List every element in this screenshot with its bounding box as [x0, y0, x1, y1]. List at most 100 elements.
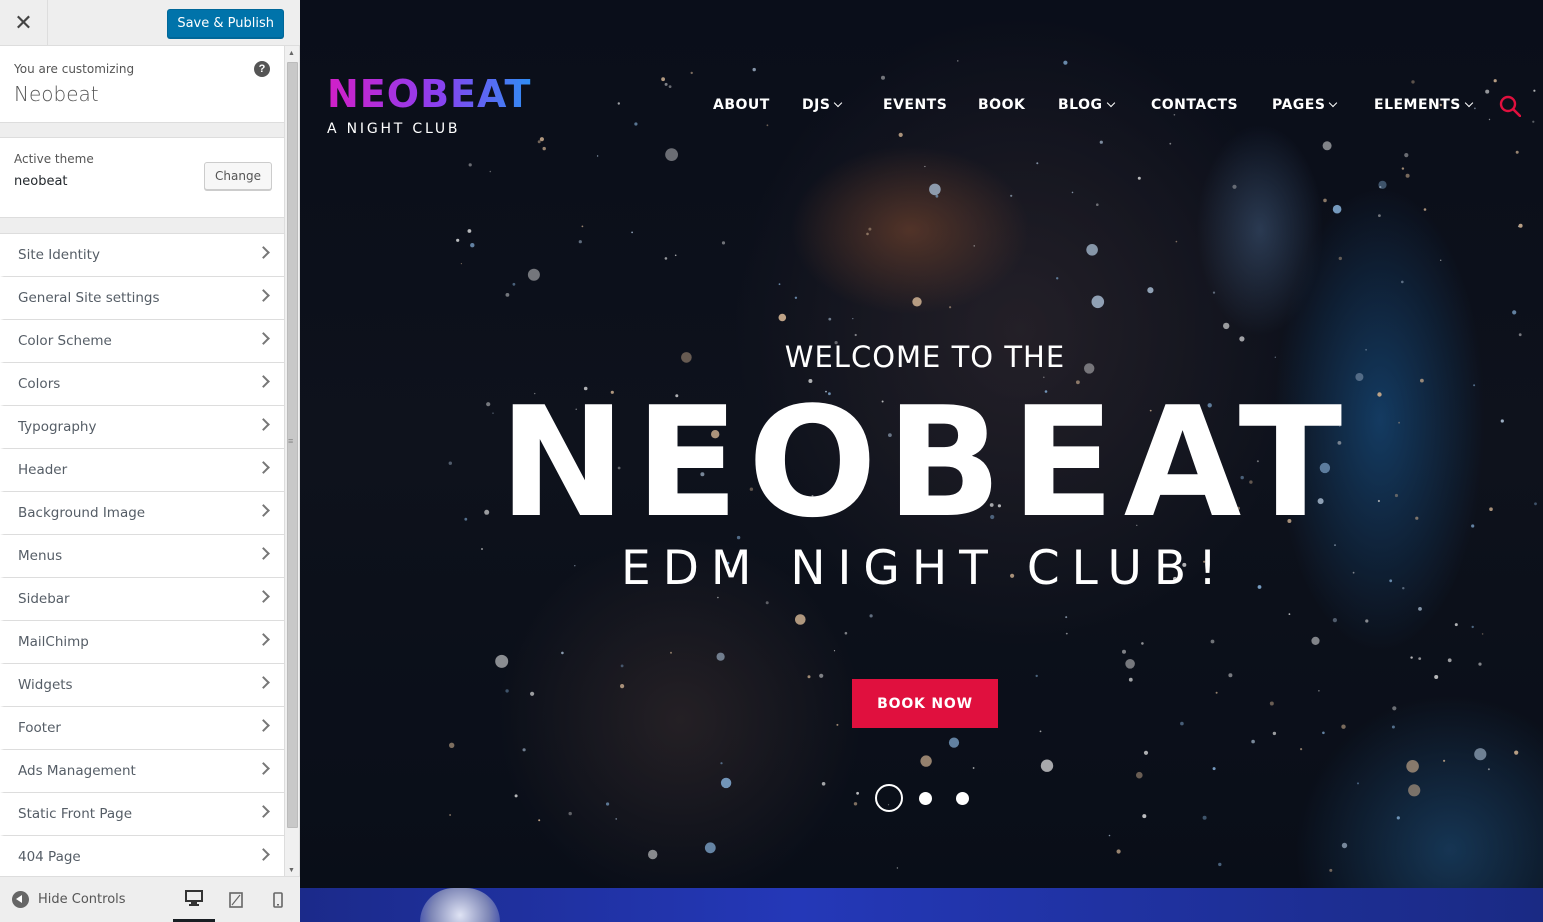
section-widgets[interactable]: Widgets [0, 664, 284, 707]
scroll-up-arrow-icon[interactable]: ▲ [288, 50, 295, 57]
section-colors[interactable]: Colors [0, 363, 284, 406]
section-label: Header [18, 462, 68, 478]
customizer-footer: Hide Controls [0, 876, 300, 922]
nav-item-events[interactable]: EVENTS [883, 97, 947, 113]
headphones-image [420, 888, 500, 922]
search-icon[interactable] [1499, 95, 1521, 117]
section-footer[interactable]: Footer [0, 707, 284, 750]
section-label: Sidebar [18, 591, 70, 607]
hero-title: NEOBEAT [498, 374, 1352, 551]
customizing-info: You are customizing Neobeat ? [0, 46, 284, 123]
chevron-right-icon [257, 418, 270, 431]
mobile-preview-button[interactable] [257, 877, 299, 922]
chevron-right-icon [257, 504, 270, 517]
save-publish-button[interactable]: Save & Publish [167, 9, 284, 38]
slider-dot-3[interactable] [956, 792, 969, 805]
chevron-right-icon [257, 332, 270, 345]
section-mailchimp[interactable]: MailChimp [0, 621, 284, 664]
section-404-page[interactable]: 404 Page [0, 836, 284, 876]
scroll-down-arrow-icon[interactable]: ▼ [288, 867, 295, 874]
section-list: Site Identity General Site settings Color … [0, 233, 284, 876]
hero-welcome-text: WELCOME TO THE [784, 340, 1066, 374]
help-icon[interactable]: ? [254, 61, 270, 77]
section-site-identity[interactable]: Site Identity [0, 234, 284, 277]
nav-label: CONTACTS [1151, 97, 1239, 113]
section-label: Footer [18, 720, 61, 736]
section-ads-management[interactable]: Ads Management [0, 750, 284, 793]
section-label: Colors [18, 376, 61, 392]
chevron-right-icon [257, 461, 270, 474]
nav-item-pages[interactable]: PAGES [1272, 97, 1338, 113]
slider-dot-1[interactable] [875, 784, 903, 812]
nav-label: EVENTS [883, 97, 948, 113]
nav-label: ABOUT [713, 97, 770, 113]
chevron-right-icon [257, 762, 270, 775]
section-label: 404 Page [18, 849, 81, 865]
nav-item-contacts[interactable]: CONTACTS [1151, 97, 1238, 113]
section-label: Widgets [18, 677, 73, 693]
sidebar-scrollbar[interactable]: ▲ ≡ ▼ [284, 46, 299, 876]
desktop-icon [185, 890, 203, 906]
nav-item-djs[interactable]: DJS [802, 97, 843, 113]
scrollbar-grip-icon: ≡ [288, 436, 294, 446]
section-header[interactable]: Header [0, 449, 284, 492]
slider-dot-2[interactable] [919, 792, 932, 805]
chevron-right-icon [257, 375, 270, 388]
active-theme-section: Active theme neobeat Change [0, 137, 284, 218]
section-label: Color Scheme [18, 333, 112, 349]
close-icon[interactable]: ✕ [0, 0, 48, 46]
section-label: Typography [18, 419, 97, 435]
section-static-front-page[interactable]: Static Front Page [0, 793, 284, 836]
desktop-preview-button[interactable] [173, 877, 215, 922]
chevron-right-icon [257, 246, 270, 259]
section-sidebar[interactable]: Sidebar [0, 578, 284, 621]
chevron-right-icon [257, 590, 270, 603]
nav-label: DJS [802, 97, 831, 113]
customizing-label: You are customizing [14, 62, 135, 76]
next-section-image [300, 888, 1543, 922]
section-color-scheme[interactable]: Color Scheme [0, 320, 284, 363]
hide-controls-label: Hide Controls [38, 892, 126, 907]
section-label: MailChimp [18, 634, 89, 650]
section-label: Menus [18, 548, 63, 564]
hero-slider: NEOBEAT A NIGHT CLUB ABOUT DJS EVENTS BOOK B… [300, 0, 1543, 888]
chevron-right-icon [257, 289, 270, 302]
chevron-right-icon [257, 547, 270, 560]
section-typography[interactable]: Typography [0, 406, 284, 449]
nav-item-elements[interactable]: ELEMENTS [1374, 97, 1474, 113]
chevron-right-icon [257, 719, 270, 732]
tablet-icon [229, 892, 243, 908]
customizer-header: ✕ Save & Publish [0, 0, 300, 46]
logo-subtitle: A NIGHT CLUB [327, 121, 461, 137]
tablet-preview-button[interactable] [215, 877, 257, 922]
hide-controls-button[interactable]: Hide Controls [12, 891, 126, 908]
section-label: General Site settings [18, 290, 160, 306]
nav-label: BLOG [1058, 97, 1103, 113]
nav-item-about[interactable]: ABOUT [713, 97, 770, 113]
customizer-sidebar: ✕ Save & Publish You are customizing Neo… [0, 0, 300, 922]
site-title: Neobeat [14, 82, 99, 106]
site-preview: NEOBEAT A NIGHT CLUB ABOUT DJS EVENTS BOOK B… [300, 0, 1543, 922]
section-general-site-settings[interactable]: General Site settings [0, 277, 284, 320]
nav-item-blog[interactable]: BLOG [1058, 97, 1115, 113]
section-label: Static Front Page [18, 806, 133, 822]
customizer-panel: You are customizing Neobeat ? Active the… [0, 46, 284, 876]
section-label: Ads Management [18, 763, 136, 779]
book-now-button[interactable]: BOOK NOW [852, 679, 998, 728]
section-menus[interactable]: Menus [0, 535, 284, 578]
chevron-down-icon [1464, 98, 1474, 108]
change-theme-button[interactable]: Change [204, 162, 272, 190]
chevron-down-icon [834, 98, 843, 108]
chevron-right-icon [257, 633, 270, 646]
chevron-down-icon [1106, 98, 1115, 108]
chevron-right-icon [257, 676, 270, 689]
nav-label: ELEMENTS [1374, 97, 1461, 113]
main-navigation: ABOUT DJS EVENTS BOOK BLOG CONTACTS PAGES ELEME… [300, 97, 1543, 117]
chevron-right-icon [257, 848, 270, 861]
nav-label: BOOK [978, 97, 1026, 113]
section-background-image[interactable]: Background Image [0, 492, 284, 535]
section-label: Site Identity [18, 247, 100, 263]
nav-item-book[interactable]: BOOK [978, 97, 1025, 113]
mobile-icon [273, 892, 283, 908]
chevron-right-icon [257, 805, 270, 818]
